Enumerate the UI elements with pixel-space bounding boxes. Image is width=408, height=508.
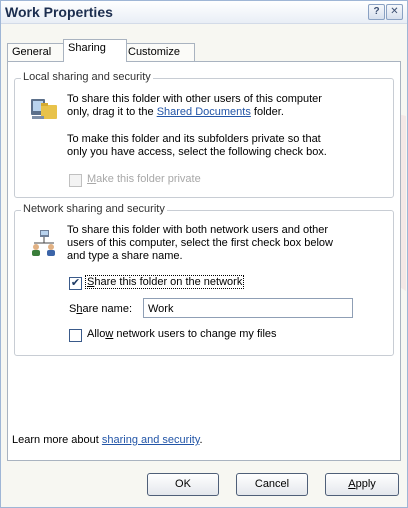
local-description-line1: To share this folder with other users of… (67, 93, 322, 105)
tab-general[interactable]: General (7, 43, 67, 61)
close-button[interactable]: ✕ (386, 4, 403, 20)
network-users-icon (29, 229, 59, 260)
allow-change-checkbox[interactable] (69, 329, 82, 342)
network-description-line2: users of this computer, select the first… (67, 237, 333, 249)
apply-button[interactable]: Apply (325, 473, 399, 496)
sharing-panel: Local sharing and security To share this… (7, 61, 401, 461)
local-sharing-legend: Local sharing and security (21, 71, 153, 83)
share-folder-checkbox[interactable]: ✔ (69, 277, 82, 290)
allow-change-label: Allow network users to change my files (87, 328, 277, 340)
network-description-line1: To share this folder with both network u… (67, 224, 329, 236)
properties-window: Work Properties ? ✕ General Sharing Cust… (0, 0, 408, 508)
computer-folder-icon (29, 95, 59, 126)
local-sharing-group: Local sharing and security To share this… (14, 71, 394, 198)
local-description-line2: only, drag it to the Shared Documents fo… (67, 106, 284, 118)
window-title: Work Properties (5, 4, 113, 20)
share-name-label: Share name: (69, 303, 132, 315)
private-description-line2: only you have access, select the followi… (67, 146, 327, 158)
ok-button[interactable]: OK (147, 473, 219, 496)
tab-customize[interactable]: Customize (123, 43, 195, 61)
make-private-label: Make this folder private (87, 173, 201, 185)
title-bar[interactable]: Work Properties ? ✕ (1, 1, 407, 24)
sharing-security-link[interactable]: sharing and security (102, 434, 200, 446)
private-description-line1: To make this folder and its subfolders p… (67, 133, 321, 145)
network-description-line3: and type a share name. (67, 250, 183, 262)
shared-documents-link[interactable]: Shared Documents (157, 106, 251, 118)
share-name-input[interactable]: Work (143, 298, 353, 318)
cancel-button[interactable]: Cancel (236, 473, 308, 496)
network-sharing-group: Network sharing and security To share th… (14, 203, 394, 356)
network-sharing-legend: Network sharing and security (21, 203, 167, 215)
share-folder-label[interactable]: Share this folder on the network (85, 275, 245, 289)
help-button[interactable]: ? (368, 4, 385, 20)
tab-sharing[interactable]: Sharing (63, 39, 127, 62)
learn-more-text: Learn more about sharing and security. (12, 434, 203, 446)
make-private-checkbox[interactable] (69, 174, 82, 187)
